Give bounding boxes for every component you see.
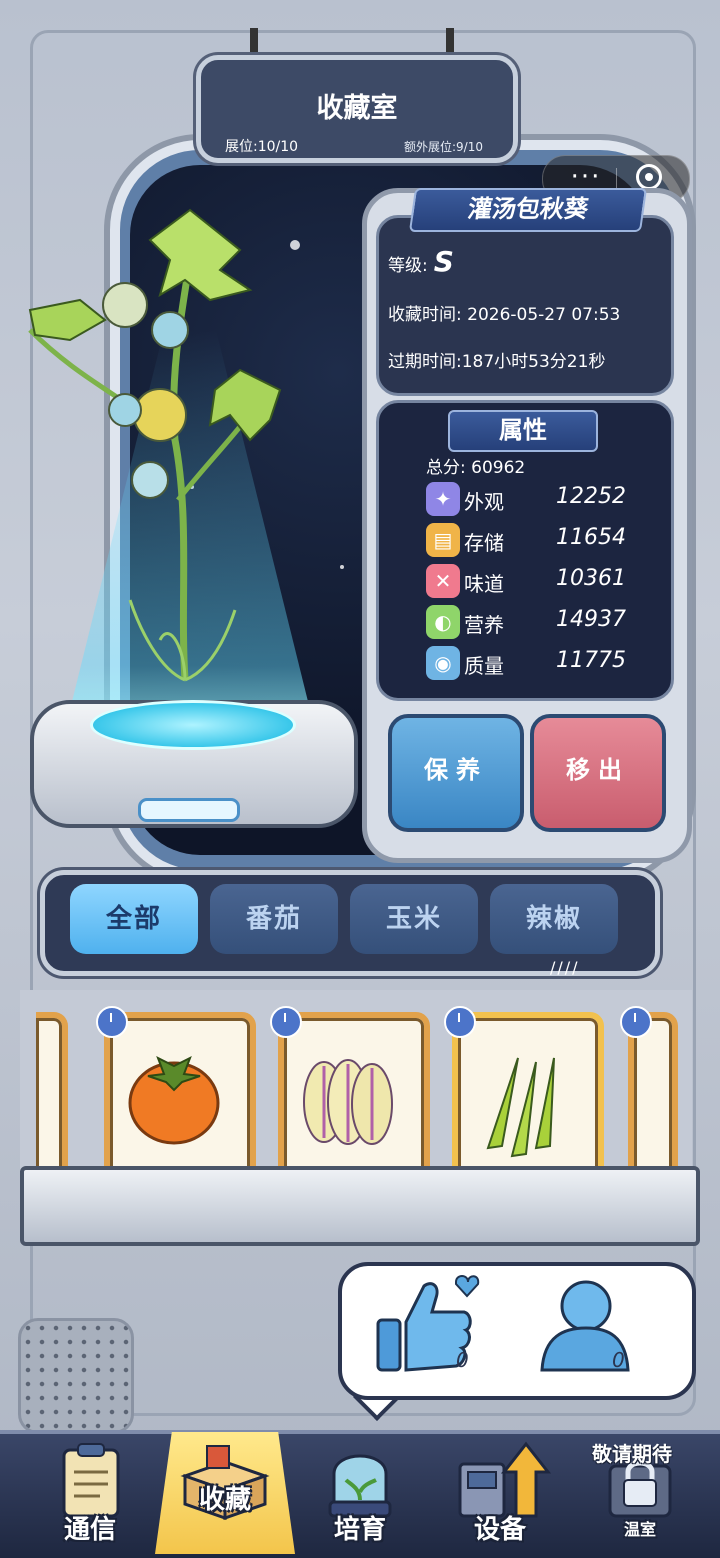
total-score: 总分: 60962 — [426, 458, 526, 478]
nav-label: 设备 — [473, 1515, 526, 1545]
storage-icon: ▤ — [426, 523, 460, 557]
collect-time: 收藏时间: 2026-05-27 07:53 — [388, 305, 621, 325]
shelf-base — [20, 1166, 700, 1246]
visitor-count: 0 — [612, 1348, 625, 1372]
tab-all[interactable]: 全部 — [70, 884, 198, 954]
attribute-value: 11775 — [556, 648, 626, 673]
attribute-row-storage: ▤ 存储 11654 — [426, 523, 646, 559]
okra-icon — [486, 1057, 555, 1158]
tab-corn[interactable]: 玉米 — [350, 884, 478, 954]
slot-count: 展位:10/10 — [225, 139, 299, 155]
attribute-value: 10361 — [556, 566, 626, 591]
nav-label: 温室 — [623, 1520, 656, 1539]
star — [340, 565, 344, 569]
terrarium-icon — [328, 1454, 392, 1518]
collection-card-partial[interactable] — [628, 1012, 678, 1190]
attribute-name: 存储 — [464, 531, 504, 555]
pedestal-glow — [90, 700, 296, 750]
collection-card-okra-selected[interactable] — [452, 1012, 604, 1190]
sparkle-icon: ✦ — [426, 482, 460, 516]
plant-name: 灌汤包秋葵 — [408, 188, 648, 232]
collection-card-partial[interactable] — [36, 1012, 68, 1190]
attribute-name: 营养 — [464, 613, 504, 637]
nav-item-communication[interactable]: 通信 — [30, 1440, 150, 1550]
collection-card-melon[interactable] — [278, 1012, 430, 1190]
machine-upgrade-icon — [458, 1441, 552, 1518]
capsule-divider — [616, 168, 617, 190]
nav-item-breeding[interactable]: 培育 — [300, 1440, 420, 1550]
collection-card-persimmon[interactable] — [104, 1012, 256, 1190]
title-plate: 收藏室 展位:10/10 额外展位:9/10 — [196, 55, 518, 163]
grade-value: S — [433, 245, 454, 278]
lemon-icon: ◐ — [426, 605, 460, 639]
attribute-name: 味道 — [464, 572, 504, 596]
tab-scroll-indicator: //// — [550, 958, 580, 977]
clipboard-icon — [62, 1443, 120, 1518]
nav-label: 收藏 — [198, 1485, 251, 1515]
remove-button[interactable]: 移出 — [530, 714, 666, 832]
clock-icon — [620, 1006, 652, 1038]
attribute-row-quality: ◉ 质量 11775 — [426, 646, 646, 682]
nav-item-equipment[interactable]: 设备 — [440, 1440, 560, 1550]
okra-plant-illustration[interactable] — [10, 200, 320, 700]
hanging-hook — [446, 28, 454, 58]
attribute-row-appearance: ✦ 外观 12252 — [426, 482, 646, 518]
clock-icon — [270, 1006, 302, 1038]
persimmon-icon — [128, 1055, 220, 1145]
attribute-value: 14937 — [556, 607, 626, 632]
striped-melon-icon — [303, 1059, 393, 1145]
grade-label: 等级: — [388, 256, 428, 276]
attribute-value: 11654 — [556, 525, 626, 550]
attribute-title: 属性 — [448, 410, 598, 452]
attribute-name: 外观 — [464, 490, 504, 514]
grade-row: 等级: S — [388, 245, 454, 278]
utensils-icon: ✕ — [426, 564, 460, 598]
speaker-grille — [18, 1318, 134, 1434]
extra-slot-count: 额外展位:9/10 — [404, 140, 483, 154]
muscle-icon: ◉ — [426, 646, 460, 680]
tab-chili[interactable]: 辣椒 — [490, 884, 618, 954]
page-title: 收藏室 — [316, 93, 398, 124]
nav-label: 通信 — [63, 1515, 116, 1545]
hanging-hook — [250, 28, 258, 58]
attribute-value: 12252 — [556, 484, 626, 509]
attribute-row-taste: ✕ 味道 10361 — [426, 564, 646, 600]
pedestal-light-bar — [138, 798, 240, 822]
close-target-icon[interactable] — [636, 164, 662, 190]
like-count: 0 — [456, 1348, 469, 1372]
coming-soon-badge: 敬请期待 — [592, 1442, 672, 1466]
clock-icon — [96, 1006, 128, 1038]
maintain-button[interactable]: 保养 — [388, 714, 524, 832]
tab-tomato[interactable]: 番茄 — [210, 884, 338, 954]
nav-item-collection[interactable]: 收藏 — [165, 1440, 285, 1550]
clock-icon — [444, 1006, 476, 1038]
attribute-name: 质量 — [464, 654, 504, 678]
attribute-row-nutrition: ◐ 营养 14937 — [426, 605, 646, 641]
expire-time: 过期时间:187小时53分21秒 — [388, 352, 606, 372]
nav-label: 培育 — [333, 1515, 386, 1545]
